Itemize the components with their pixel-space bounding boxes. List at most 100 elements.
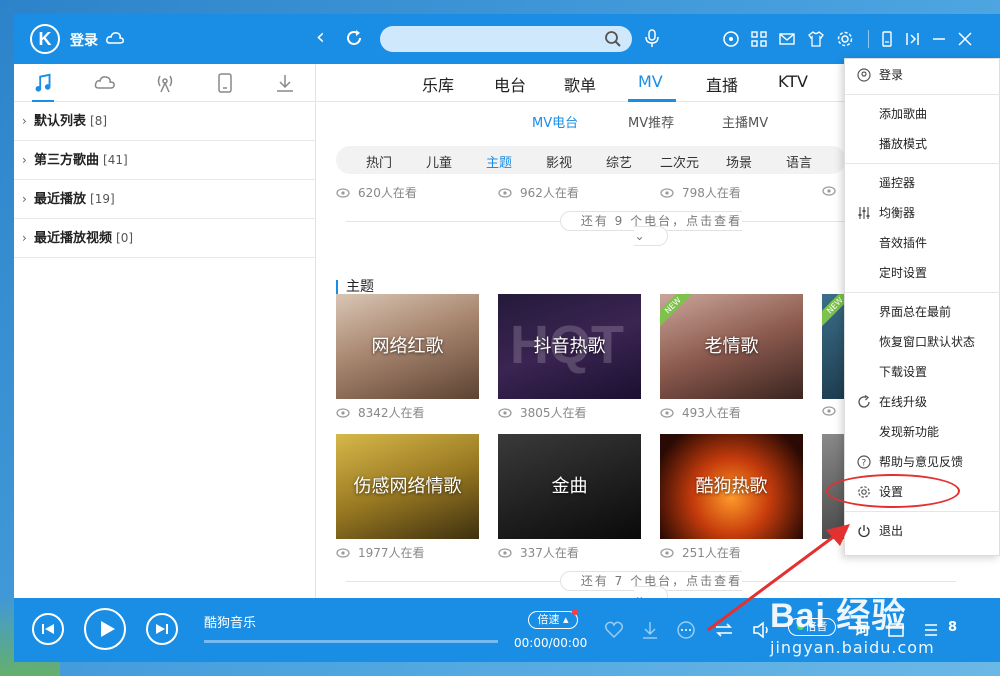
viewer-count: 1977人在看 <box>336 544 425 561</box>
card-title: 金曲 <box>551 476 588 497</box>
skin-shirt-icon[interactable] <box>807 30 825 48</box>
playlist-row-recent-video[interactable]: › 最近播放视频 [0] <box>14 219 315 258</box>
subtab-mv-radio[interactable]: MV电台 <box>532 112 578 131</box>
favorite-heart-icon[interactable] <box>604 620 624 640</box>
speed-label: 倍速 <box>537 613 560 626</box>
eye-icon <box>336 408 350 418</box>
previous-button[interactable] <box>32 613 64 645</box>
viewer-count-text: 337人在看 <box>520 546 579 560</box>
search-icon[interactable] <box>604 30 622 48</box>
category-scene[interactable]: 场景 <box>726 152 752 171</box>
menu-item-help-feedback[interactable]: ? 帮助与意见反馈 <box>845 448 1000 476</box>
menu-item-download-settings[interactable]: 下载设置 <box>845 358 1000 386</box>
tab-live[interactable]: 直播 <box>706 72 738 96</box>
progress-bar[interactable] <box>204 640 498 643</box>
download-icon[interactable] <box>640 620 660 640</box>
chevron-right-icon: › <box>22 192 27 206</box>
subtab-host-mv[interactable]: 主播MV <box>722 112 768 131</box>
close-icon[interactable] <box>956 30 974 48</box>
next-button[interactable] <box>146 613 178 645</box>
apps-grid-icon[interactable] <box>750 30 768 48</box>
viewer-count: 493人在看 <box>660 404 741 421</box>
playlist-name: 默认列表 <box>34 114 87 129</box>
menu-item-timer[interactable]: 定时设置 <box>845 259 1000 287</box>
notification-dot <box>572 609 578 615</box>
cloud-sync-icon[interactable] <box>106 30 124 46</box>
viewer-count: 337人在看 <box>498 544 579 561</box>
menu-item-add-song[interactable]: 添加歌曲 <box>845 100 1000 128</box>
playback-speed-button[interactable]: 倍速 ▴ <box>528 611 578 629</box>
menu-label: 均衡器 <box>879 206 916 220</box>
eye-icon <box>822 406 836 416</box>
menu-item-always-on-top[interactable]: 界面总在最前 <box>845 298 1000 326</box>
menu-item-sound-plugin[interactable]: 音效插件 <box>845 229 1000 257</box>
back-button[interactable]: ‹ <box>316 26 325 50</box>
login-link[interactable]: 登录 <box>70 30 98 50</box>
mv-card-sad-love-songs[interactable]: 伤感网络情歌 <box>336 434 479 539</box>
category-kids[interactable]: 儿童 <box>426 152 452 171</box>
cloud-icon[interactable] <box>94 72 116 94</box>
more-options-icon[interactable] <box>676 620 696 640</box>
more-stations-top[interactable]: 还有 9 个电台，点击查看 ⌄ <box>346 211 956 246</box>
category-language[interactable]: 语言 <box>786 152 812 171</box>
subtab-mv-recommend[interactable]: MV推荐 <box>628 112 674 131</box>
eye-icon <box>660 408 674 418</box>
voice-search-icon[interactable] <box>644 28 660 48</box>
music-note-icon[interactable] <box>32 72 54 102</box>
category-variety[interactable]: 综艺 <box>606 152 632 171</box>
menu-item-restore-window[interactable]: 恢复窗口默认状态 <box>845 328 1000 356</box>
menu-item-equalizer[interactable]: 均衡器 <box>845 199 1000 227</box>
playback-time: 00:00/00:00 <box>514 636 588 650</box>
mv-card-internet-hits[interactable]: 网络红歌 <box>336 294 479 399</box>
tab-mv[interactable]: MV <box>638 72 663 91</box>
card-title: 网络红歌 <box>371 336 444 357</box>
menu-item-exit[interactable]: 退出 <box>845 517 1000 545</box>
tab-ktv[interactable]: KTV <box>778 72 808 91</box>
user-icon <box>857 68 871 82</box>
help-icon: ? <box>857 455 871 469</box>
menu-item-login[interactable]: 登录 <box>845 61 1000 89</box>
viewer-count-text: 493人在看 <box>682 406 741 420</box>
eye-icon <box>660 548 674 558</box>
kugou-logo-icon[interactable]: K <box>30 24 60 54</box>
lyrics-window-icon[interactable] <box>904 30 922 48</box>
tab-playlists[interactable]: 歌单 <box>564 72 596 96</box>
viewer-count: 962人在看 <box>498 184 579 201</box>
tab-radio[interactable]: 电台 <box>494 72 526 96</box>
download-icon[interactable] <box>274 72 296 94</box>
minimize-icon[interactable] <box>930 30 948 48</box>
playlist-row-third-party[interactable]: › 第三方歌曲 [41] <box>14 141 315 180</box>
more-stations-bottom[interactable]: 还有 7 个电台，点击查看 ⌄ <box>346 571 956 598</box>
mv-card-golden-hits[interactable]: 金曲 <box>498 434 641 539</box>
music-circle-icon[interactable] <box>722 30 740 48</box>
mini-mode-icon[interactable] <box>878 30 896 48</box>
radio-icon[interactable] <box>154 72 176 94</box>
refresh-icon[interactable] <box>344 28 364 48</box>
mail-icon[interactable] <box>778 30 796 48</box>
menu-item-remote[interactable]: 遥控器 <box>845 169 1000 197</box>
menu-divider <box>845 163 1000 164</box>
menu-item-play-mode[interactable]: 播放模式 <box>845 130 1000 158</box>
playlist-row-default[interactable]: › 默认列表 [8] <box>14 102 315 141</box>
card-title: 伤感网络情歌 <box>353 476 462 497</box>
category-hot[interactable]: 热门 <box>366 152 392 171</box>
menu-item-new-features[interactable]: 发现新功能 <box>845 418 1000 446</box>
device-icon[interactable] <box>214 72 236 94</box>
playlist-row-recent[interactable]: › 最近播放 [19] <box>14 180 315 219</box>
equalizer-icon <box>858 207 870 219</box>
next-icon <box>156 624 168 634</box>
menu-label: 遥控器 <box>879 176 916 190</box>
settings-gear-icon[interactable] <box>836 30 854 48</box>
tab-library[interactable]: 乐库 <box>422 72 454 96</box>
eye-icon <box>660 188 674 198</box>
category-anime[interactable]: 二次元 <box>660 152 699 171</box>
left-tab-bar <box>14 64 315 102</box>
menu-item-online-upgrade[interactable]: 在线升级 <box>845 388 1000 416</box>
category-theme[interactable]: 主题 <box>486 152 512 171</box>
mv-card-douyin-hits[interactable]: HQT 抖音热歌 <box>498 294 641 399</box>
menu-divider <box>845 94 1000 95</box>
play-button[interactable] <box>84 608 126 650</box>
mv-card-old-love-songs[interactable]: NEW 老情歌 <box>660 294 803 399</box>
category-film[interactable]: 影视 <box>546 152 572 171</box>
search-input[interactable] <box>380 26 632 52</box>
